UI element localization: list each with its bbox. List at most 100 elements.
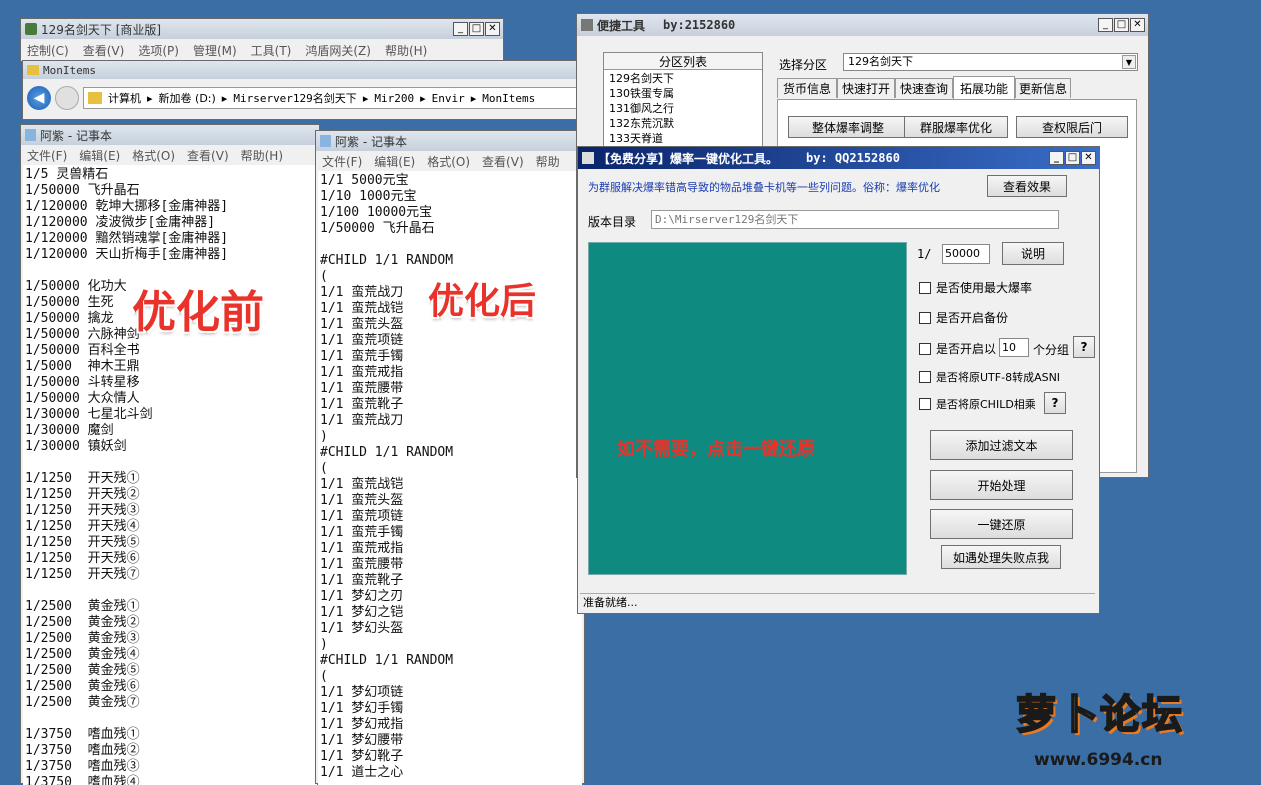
tab-extensions[interactable]: 拓展功能 (953, 76, 1015, 100)
menu-view[interactable]: 查看(V) (482, 153, 524, 170)
text-line: 1/1250 开天残⑦ (25, 567, 140, 582)
partition-select-label: 选择分区 (779, 58, 828, 72)
utf8-convert-checkbox[interactable]: 是否将原UTF-8转成ASNI (919, 369, 1060, 385)
path-segment[interactable]: Mirserver129名剑天下 (233, 90, 356, 106)
menu-file[interactable]: 文件(F) (27, 147, 67, 164)
text-line: 1/1 蛮荒项链 (320, 333, 404, 348)
checkbox-box[interactable] (919, 311, 931, 324)
menu-help[interactable]: 帮助(H) (385, 42, 427, 59)
menu-format[interactable]: 格式(O) (427, 153, 470, 170)
group-count-input[interactable]: 10 (999, 338, 1029, 357)
explain-button[interactable]: 说明 (1002, 242, 1064, 265)
list-item[interactable]: 130铁蛋专属 (604, 85, 762, 100)
tab-currency[interactable]: 货币信息 (777, 78, 837, 98)
group-help-button[interactable]: ? (1073, 336, 1095, 358)
text-line: 1/1 蛮荒靴子 (320, 397, 404, 412)
group-checkbox[interactable]: 是否开启以 (919, 340, 996, 357)
text-line: 1/1250 开天残① (25, 471, 140, 486)
maximize-button[interactable]: □ (469, 22, 484, 36)
checkbox-box[interactable] (919, 342, 931, 355)
tab-strip: 货币信息 快速打开 快速查询 拓展功能 更新信息 (777, 76, 1139, 100)
one-click-restore-button[interactable]: 一键还原 (930, 509, 1073, 539)
quick-tool-title: 便捷工具 (597, 18, 646, 33)
text-line: 1/1250 开天残③ (25, 503, 140, 518)
main-title-bar: 129名剑天下 [商业版] _ □ ✕ (21, 19, 503, 39)
partition-list[interactable]: 分区列表 129名剑天下 130铁蛋专属 131御风之行 132东荒沉默 133… (603, 52, 763, 152)
path-segment[interactable]: 计算机 (108, 90, 141, 106)
main-window-title: 129名剑天下 [商业版] (41, 22, 162, 37)
path-segment[interactable]: Mir200 (374, 92, 414, 105)
notepad-right-menu: 文件(F) 编辑(E) 格式(O) 查看(V) 帮助 (316, 151, 584, 171)
path-segment[interactable]: Envir (432, 92, 465, 105)
partition-list-header: 分区列表 (604, 53, 762, 70)
list-item[interactable]: 131御风之行 (604, 100, 762, 115)
text-line: ( (320, 669, 328, 684)
separator-icon: ▸ (420, 91, 426, 105)
notepad-right-text[interactable]: 1/1 5000元宝 1/10 1000元宝 1/100 10000元宝 1/5000… (318, 171, 582, 785)
menu-help[interactable]: 帮助 (536, 153, 560, 170)
overall-rate-button[interactable]: 整体爆率调整 (788, 116, 908, 138)
minimize-button[interactable]: _ (453, 22, 468, 36)
close-button[interactable]: ✕ (485, 22, 500, 36)
explorer-title: MonItems (43, 63, 96, 77)
path-segment[interactable]: 新加卷 (D:) (159, 90, 216, 106)
directory-input[interactable]: D:\Mirserver129名剑天下 (651, 210, 1059, 229)
partition-select[interactable]: 129名剑天下 ▼ (843, 53, 1138, 71)
menu-edit[interactable]: 编辑(E) (374, 153, 415, 170)
notepad-icon (320, 135, 331, 147)
checkbox-box[interactable] (919, 371, 931, 383)
tab-quick-query[interactable]: 快速查询 (895, 78, 953, 98)
quick-tool-by: by:2152860 (663, 18, 736, 32)
notepad-left-text[interactable]: 1/5 灵兽精石 1/50000 飞升晶石 1/120000 乾坤大挪移[金庸神器]… (23, 165, 317, 785)
menu-file[interactable]: 文件(F) (322, 153, 362, 170)
text-line: 1/1250 开天残② (25, 487, 140, 502)
text-line (320, 237, 580, 253)
ratio-input[interactable]: 50000 (942, 244, 990, 264)
child-help-button[interactable]: ? (1044, 392, 1066, 414)
checkbox-box[interactable] (919, 398, 931, 410)
status-bar: 准备就绪... (580, 593, 1095, 611)
path-box[interactable]: 计算机 ▸ 新加卷 (D:) ▸ Mirserver129名剑天下 ▸ Mir200 ▸… (83, 87, 577, 109)
text-line: 1/120000 黯然销魂掌[金庸神器] (25, 231, 229, 246)
maximize-button[interactable]: □ (1114, 18, 1129, 32)
menu-view[interactable]: 查看(V) (187, 147, 229, 164)
close-button[interactable]: ✕ (1081, 151, 1096, 165)
text-line: 1/100 10000元宝 (320, 205, 433, 220)
view-effect-button[interactable]: 查看效果 (987, 175, 1067, 197)
minimize-button[interactable]: _ (1049, 151, 1064, 165)
backup-checkbox[interactable]: 是否开启备份 (919, 309, 1008, 326)
text-line: 1/50000 飞升晶石 (320, 221, 435, 236)
menu-gateway[interactable]: 鸿盾网关(Z) (305, 42, 371, 59)
max-rate-checkbox[interactable]: 是否使用最大爆率 (919, 279, 1032, 296)
text-line: #CHILD 1/1 RANDOM (320, 253, 454, 268)
menu-view[interactable]: 查看(V) (83, 42, 125, 59)
list-item[interactable]: 133天脊道 (604, 130, 762, 145)
forward-icon[interactable] (55, 86, 79, 110)
check-backdoor-button[interactable]: 查权限后门 (1016, 116, 1128, 138)
tab-update-info[interactable]: 更新信息 (1015, 78, 1071, 98)
list-item[interactable]: 129名剑天下 (604, 70, 762, 85)
maximize-button[interactable]: □ (1065, 151, 1080, 165)
add-filter-button[interactable]: 添加过滤文本 (930, 430, 1073, 460)
failure-help-button[interactable]: 如遇处理失败点我 (941, 545, 1061, 569)
path-segment[interactable]: MonItems (482, 92, 535, 105)
menu-edit[interactable]: 编辑(E) (79, 147, 120, 164)
minimize-button[interactable]: _ (1098, 18, 1113, 32)
menu-control[interactable]: 控制(C) (27, 42, 69, 59)
close-button[interactable]: ✕ (1130, 18, 1145, 32)
child-multiply-checkbox[interactable]: 是否将原CHILD相乘 (919, 396, 1036, 412)
start-process-button[interactable]: 开始处理 (930, 470, 1073, 500)
text-line: 1/1 蛮荒腰带 (320, 381, 404, 396)
menu-format[interactable]: 格式(O) (132, 147, 175, 164)
list-item[interactable]: 132东荒沉默 (604, 115, 762, 130)
group-rate-optimize-button[interactable]: 群服爆率优化 (904, 116, 1008, 138)
checkbox-label: 是否使用最大爆率 (936, 281, 1033, 295)
back-icon[interactable]: ◀ (27, 86, 51, 110)
checkbox-box[interactable] (919, 281, 931, 294)
tab-quick-open[interactable]: 快速打开 (837, 78, 895, 98)
menu-options[interactable]: 选项(P) (138, 42, 179, 59)
menu-tools[interactable]: 工具(T) (251, 42, 292, 59)
menu-manage[interactable]: 管理(M) (193, 42, 237, 59)
watermark-logo: 萝卜论坛 (1015, 691, 1184, 739)
menu-help[interactable]: 帮助(H) (241, 147, 283, 164)
